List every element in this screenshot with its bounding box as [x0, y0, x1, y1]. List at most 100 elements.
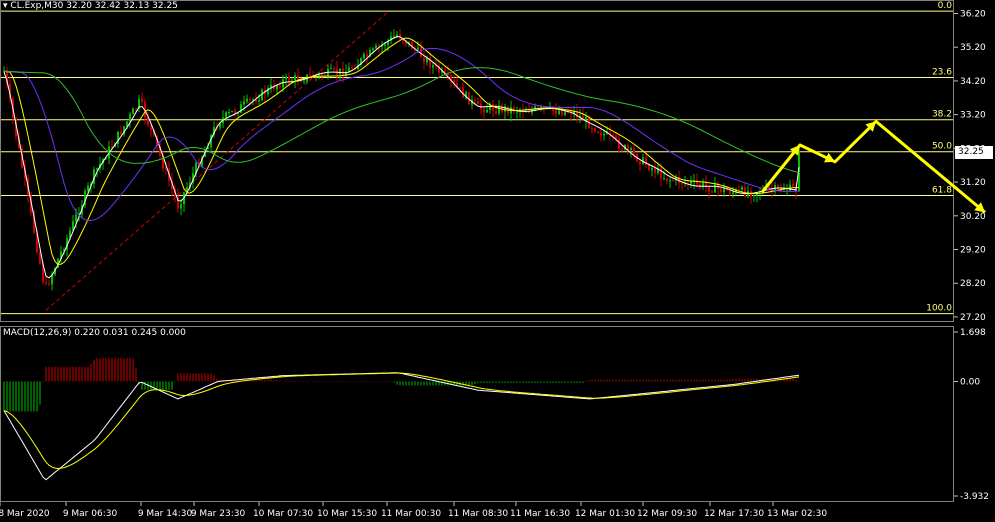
macd-histogram-bar [99, 358, 101, 382]
macd-histogram-bar [570, 381, 572, 383]
macd-panel: 1.698 0.00 -3.932 [3, 328, 989, 502]
macd-histogram-bar [705, 379, 707, 382]
price-tick-label: 28.20 [960, 279, 986, 289]
macd-histogram-bar [627, 379, 629, 382]
macd-histogram-bar [786, 378, 788, 382]
macd-tick-label: 0.00 [960, 377, 980, 387]
macd-main-line [3, 372, 800, 481]
macd-histogram-bar [288, 380, 290, 382]
macd-histogram-bar [261, 379, 263, 382]
macd-histogram-bar [585, 381, 587, 382]
macd-histogram-bar [342, 380, 344, 382]
macd-histogram-bar [144, 381, 146, 390]
macd-histogram-bar [87, 366, 89, 382]
macd-histogram-bar [750, 378, 752, 382]
macd-histogram-bar [600, 379, 602, 382]
macd-histogram-bar [405, 381, 407, 386]
macd-histogram-bar [318, 380, 320, 382]
candle-body [300, 81, 302, 83]
macd-histogram-bar [216, 378, 218, 382]
fib-label: 100.0 [926, 304, 952, 314]
candle-body [132, 108, 134, 115]
candle-body [336, 68, 338, 75]
macd-histogram-bar [396, 381, 398, 385]
candle-body [348, 67, 350, 72]
candle-body [432, 65, 434, 68]
macd-histogram-bar [339, 380, 341, 382]
macd-histogram-bar [690, 379, 692, 382]
macd-histogram-bar [513, 381, 515, 383]
candle-body [366, 54, 368, 57]
macd-histogram-bar [711, 379, 713, 382]
macd-histogram-bar [702, 379, 704, 382]
macd-histogram-bar [162, 381, 164, 390]
macd-histogram-bar [636, 379, 638, 382]
price-axis: 36.2035.2034.2033.2032.2031.2030.2029.20… [954, 9, 986, 323]
macd-histogram-bar [597, 379, 599, 382]
candle-body [540, 106, 542, 108]
macd-histogram-bar [321, 380, 323, 382]
candle-body [768, 186, 770, 189]
macd-histogram-bar [90, 363, 92, 382]
chart-canvas: 0.0 23.6 38.2 50.0 61.8 100.0 36.20 35.20 34.20… [0, 0, 989, 519]
macd-histogram-bar [306, 380, 308, 382]
macd-histogram-bar [150, 381, 152, 390]
macd-histogram-bar [486, 381, 488, 383]
macd-histogram-bar [60, 366, 62, 382]
macd-histogram-bar [642, 379, 644, 382]
macd-histogram-bar [84, 366, 86, 382]
macd-histogram-bar [300, 380, 302, 382]
macd-histogram-bar [576, 381, 578, 383]
macd-histogram-bar [423, 381, 425, 386]
candle-body [279, 85, 281, 88]
macd-histogram-bar [603, 379, 605, 382]
macd-histogram-bar [363, 380, 365, 382]
candle-body [231, 110, 233, 113]
macd-histogram-bar [573, 381, 575, 383]
macd-histogram-bar [198, 373, 200, 382]
macd-histogram-bar [21, 381, 23, 412]
macd-histogram-bar [588, 380, 590, 382]
candle-body [600, 132, 602, 136]
candle-body [234, 110, 236, 114]
candle-body [180, 204, 182, 209]
price-tick-label: 31.20 [960, 178, 986, 188]
macd-histogram-bar [651, 379, 653, 382]
candle-body [777, 185, 779, 188]
candle-body [423, 57, 425, 63]
macd-histogram-bar [351, 380, 353, 382]
macd-histogram-bar [135, 368, 137, 382]
macd-histogram-bar [630, 379, 632, 382]
macd-histogram-bar [168, 381, 170, 390]
macd-histogram-bar [180, 373, 182, 382]
candle-body [246, 98, 248, 102]
macd-histogram-bar [408, 381, 410, 386]
chart-title: ▾ CL.Exp,M30 32.20 32.42 32.13 32.25 [3, 1, 178, 11]
macd-histogram-bar [546, 381, 548, 383]
macd-histogram-bar [195, 373, 197, 382]
macd-histogram-bar [531, 381, 533, 383]
ma-slow-line [3, 48, 800, 222]
moving-averages [3, 35, 800, 279]
macd-histogram-bar [297, 380, 299, 382]
macd-histogram-bar [33, 381, 35, 412]
candle-body [396, 34, 398, 37]
candle-body [477, 101, 479, 104]
candle-body [597, 131, 599, 133]
time-axis: 8 Mar 2020 9 Mar 06:30 9 Mar 14:309 Mar 23… [0, 502, 827, 519]
macd-histogram-bar [591, 379, 593, 382]
macd-histogram-bar [795, 379, 797, 382]
macd-histogram-bar [291, 380, 293, 382]
candle-body [45, 282, 47, 284]
macd-histogram-bar [345, 380, 347, 382]
macd-histogram-bar [549, 381, 551, 383]
macd-histogram-bar [504, 381, 506, 383]
macd-histogram-bar [213, 375, 215, 382]
price-tick-label: 30.20 [960, 212, 986, 222]
candle-body [228, 112, 230, 114]
macd-signal-line [3, 372, 800, 470]
macd-histogram-bar [156, 381, 158, 390]
macd-histogram-bar [660, 379, 662, 382]
macd-histogram-bar [45, 366, 47, 382]
macd-histogram-bar [594, 379, 596, 382]
